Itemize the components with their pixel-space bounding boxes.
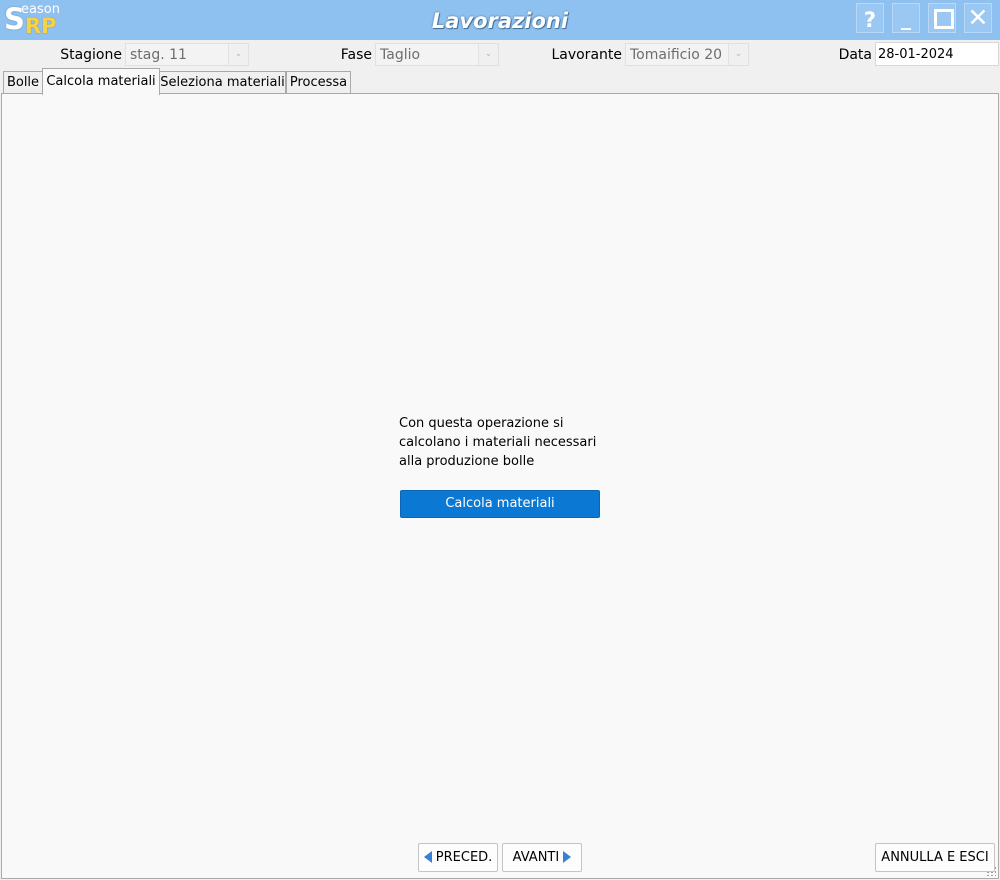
minimize-button[interactable]: _ [892, 3, 920, 33]
window-title: Lavorazioni [431, 9, 569, 33]
stagione-label: Stagione [60, 47, 122, 63]
logo-rp: RP [25, 14, 57, 38]
lavorante-combo[interactable]: Tomaificio 20 ⌄ [625, 43, 749, 66]
fase-value: Taglio [380, 47, 421, 63]
close-icon: ✕ [967, 3, 989, 32]
date-field[interactable] [878, 45, 993, 63]
preced-label: PRECED. [435, 850, 493, 865]
lavorante-label: Lavorante [551, 47, 622, 63]
maximize-button[interactable] [928, 3, 956, 33]
lavorante-value: Tomaificio 20 [630, 47, 723, 63]
close-button[interactable]: ✕ [964, 3, 992, 33]
data-label: Data [838, 47, 872, 63]
chevron-right-icon [563, 851, 572, 863]
tab-bolle[interactable]: Bolle [3, 71, 43, 93]
chevron-down-icon: ⌄ [478, 44, 498, 65]
help-button[interactable]: ? [856, 3, 884, 33]
operation-description: Con questa operazione si calcolano i mat… [399, 416, 597, 469]
tab-calcola-materiali[interactable]: Calcola materiali [42, 68, 160, 95]
chevron-down-icon: ⌄ [728, 44, 748, 65]
annulla-e-esci-button[interactable]: ANNULLA E ESCI [875, 843, 995, 872]
help-icon: ? [863, 8, 877, 32]
avanti-label: AVANTI [512, 850, 560, 865]
maximize-icon [934, 9, 954, 29]
date-field-box [875, 42, 999, 66]
chevron-left-icon [423, 851, 432, 863]
preced-button[interactable]: PRECED. [418, 843, 498, 872]
fase-label: Fase [340, 47, 372, 63]
fase-combo[interactable]: Taglio ⌄ [375, 43, 499, 66]
tab-seleziona-materiali[interactable]: Seleziona materiali [159, 71, 286, 93]
season-erp-logo: S eason RP [4, 2, 64, 39]
title-bar: S eason RP Lavorazioni ? _ ✕ [0, 0, 1000, 40]
chevron-down-icon: ⌄ [228, 44, 248, 65]
stagione-value: stag. 11 [130, 47, 187, 63]
calcola-materiali-button[interactable]: Calcola materiali [400, 490, 600, 518]
stagione-combo[interactable]: stag. 11 ⌄ [125, 43, 249, 66]
tab-processa[interactable]: Processa [286, 71, 351, 93]
avanti-button[interactable]: AVANTI [502, 843, 582, 872]
minimize-icon: _ [901, 6, 911, 30]
tab-panel [1, 93, 999, 879]
